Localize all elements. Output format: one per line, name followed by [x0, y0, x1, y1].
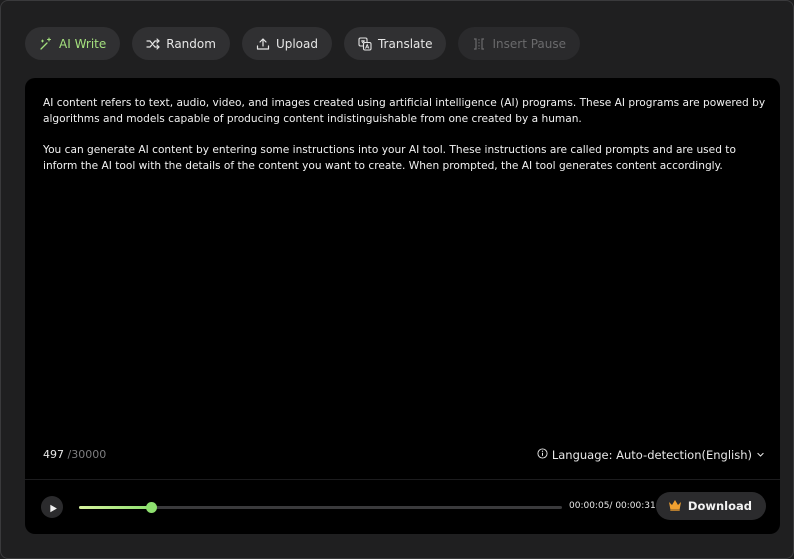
progress-track[interactable] — [79, 502, 562, 513]
translate-icon — [358, 36, 372, 51]
random-button[interactable]: Random — [132, 27, 230, 60]
magic-wand-icon — [39, 36, 53, 51]
random-label: Random — [166, 36, 216, 51]
total-time: / 00:00:31 — [609, 501, 656, 511]
character-counter: 497 /30000 — [43, 448, 106, 461]
char-count: 497 — [43, 448, 64, 461]
toolbar: AI Write Random Upload Translate Insert … — [25, 27, 581, 60]
audio-player: 00:00:05/ 00:00:31 Download — [41, 492, 766, 523]
editor-panel: AI content refers to text, audio, video,… — [25, 78, 780, 534]
play-button[interactable] — [41, 496, 63, 518]
text-editor[interactable]: AI content refers to text, audio, video,… — [43, 96, 767, 190]
divider — [25, 479, 780, 480]
progress-handle[interactable] — [146, 502, 158, 513]
current-time: 00:00:05 — [569, 501, 610, 511]
play-icon — [47, 498, 58, 517]
download-label: Download — [687, 499, 752, 513]
translate-button[interactable]: Translate — [343, 27, 447, 60]
upload-label: Upload — [275, 36, 318, 51]
shuffle-icon — [146, 37, 160, 51]
ai-write-label: AI Write — [59, 36, 107, 51]
paragraph: AI content refers to text, audio, video,… — [43, 97, 766, 125]
insert-pause-button[interactable]: Insert Pause — [458, 27, 581, 60]
chevron-down-icon — [756, 448, 765, 462]
time-display: 00:00:05/ 00:00:31 — [569, 501, 656, 511]
info-icon — [537, 448, 548, 462]
upload-button[interactable]: Upload — [241, 27, 332, 60]
progress-fill — [79, 506, 152, 509]
char-max: /30000 — [67, 448, 107, 461]
ai-write-button[interactable]: AI Write — [25, 27, 121, 60]
language-label: Language: Auto-detection(English) — [551, 448, 752, 462]
insert-pause-label: Insert Pause — [492, 36, 567, 51]
crown-icon — [668, 499, 682, 514]
download-button[interactable]: Download — [655, 492, 766, 520]
pause-insert-icon — [472, 37, 486, 51]
translate-label: Translate — [377, 36, 433, 51]
upload-icon — [256, 37, 270, 51]
app-window: AI Write Random Upload Translate Insert … — [0, 0, 794, 559]
language-selector[interactable]: Language: Auto-detection(English) — [537, 448, 765, 462]
paragraph: You can generate AI content by entering … — [43, 144, 736, 172]
